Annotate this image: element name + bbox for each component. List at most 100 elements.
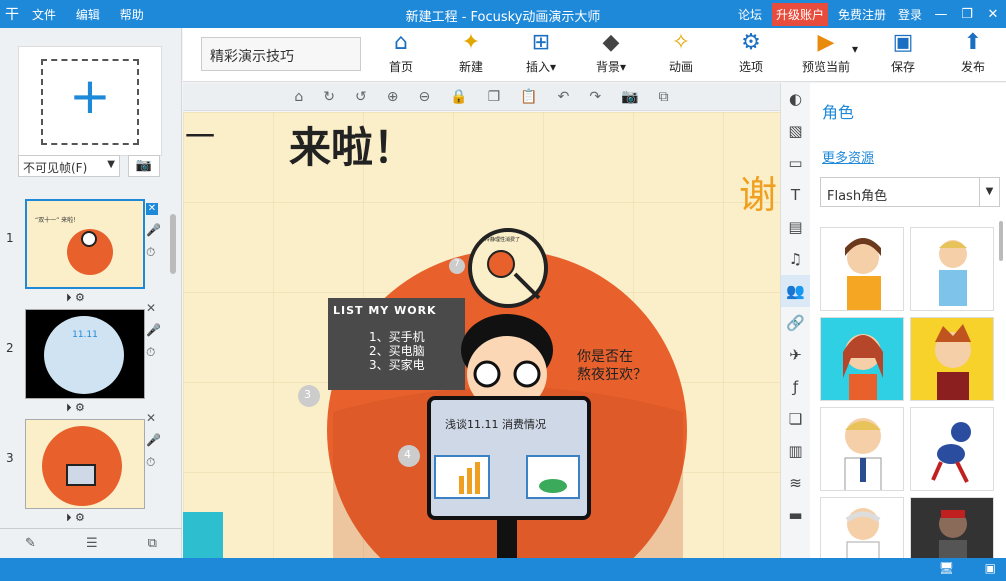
insert-button[interactable]: ⊞ 插入▾ bbox=[513, 30, 569, 75]
plus-icon: + bbox=[69, 67, 111, 125]
dropdown-arrow-icon[interactable]: ▼ bbox=[980, 177, 1000, 207]
slide-heading[interactable]: 来啦！ bbox=[289, 114, 415, 175]
monitor-title[interactable]: 浅谈11.11 消费情况 bbox=[445, 416, 546, 432]
delete-slide-icon[interactable]: ✕ bbox=[146, 203, 158, 215]
edit-icon[interactable]: ✎ bbox=[25, 536, 36, 551]
slide-list-scrollbar[interactable] bbox=[170, 214, 176, 274]
side-text[interactable]: 谢 bbox=[739, 164, 777, 219]
preview-dropdown-icon[interactable]: ▾ bbox=[849, 42, 861, 56]
add-frame-button[interactable]: + bbox=[18, 46, 162, 156]
slide-canvas[interactable]: 一 来啦！ 谢 LIST MY WORK 1、买手机 2、买电脑 3、买家电 你… bbox=[183, 112, 780, 558]
stack-icon[interactable]: ≋ bbox=[781, 467, 810, 499]
publish-button[interactable]: ⬆ 发布 bbox=[945, 30, 1001, 75]
new-button[interactable]: ✦ 新建 bbox=[443, 30, 499, 75]
path-badge-3[interactable]: 3 bbox=[304, 388, 311, 401]
menu-file[interactable]: 文件 bbox=[32, 8, 56, 22]
slide-thumbnail[interactable]: “双十一” 来啦！ bbox=[25, 199, 145, 289]
zoom-in-icon[interactable]: ⊕ bbox=[387, 89, 399, 105]
music-icon[interactable]: ♫ bbox=[781, 243, 810, 275]
background-button[interactable]: ◆ 背景▾ bbox=[583, 30, 639, 75]
character-man-tie[interactable] bbox=[820, 407, 904, 491]
register-link[interactable]: 免费注册 bbox=[838, 6, 886, 23]
slide-thumbnail[interactable] bbox=[25, 419, 145, 509]
save-button[interactable]: ▣ 保存 bbox=[875, 30, 931, 75]
timer-icon[interactable]: ⏱ bbox=[146, 345, 155, 360]
character-boy-yellow[interactable] bbox=[910, 317, 994, 401]
mic-icon[interactable]: 🎤 bbox=[146, 433, 161, 447]
layout-icon[interactable]: ▥ bbox=[781, 435, 810, 467]
book-icon[interactable]: ▬ bbox=[781, 499, 810, 531]
maximize-button[interactable]: ❐ bbox=[954, 7, 980, 22]
resource-scrollbar[interactable] bbox=[999, 221, 1003, 261]
insert-label: 插入 bbox=[525, 60, 550, 74]
undo-icon[interactable]: ↶ bbox=[558, 89, 570, 105]
frame-icon[interactable]: ▭ bbox=[781, 147, 810, 179]
menu-bar: 文件 编辑 帮助 bbox=[24, 6, 152, 23]
image-icon[interactable]: ▧ bbox=[781, 115, 810, 147]
upgrade-account-button[interactable]: 升级账户 bbox=[771, 2, 828, 26]
slide-thumbnail[interactable]: 11.11 bbox=[25, 309, 145, 399]
copy-icon[interactable]: ❐ bbox=[488, 89, 501, 105]
animation-button[interactable]: ✧ 动画 bbox=[653, 30, 709, 75]
list-title[interactable]: LIST MY WORK bbox=[333, 304, 437, 317]
home-view-icon[interactable]: ⌂ bbox=[294, 89, 303, 105]
presentation-icon[interactable]: 🖥 bbox=[939, 561, 954, 575]
role-icon[interactable]: 👥 bbox=[781, 275, 810, 307]
role-type-select[interactable]: Flash角色 bbox=[820, 177, 980, 207]
home-icon: ⌂ bbox=[394, 30, 408, 55]
flash-icon[interactable]: ƒ bbox=[781, 371, 810, 403]
zoom-out-icon[interactable]: ⊖ bbox=[419, 89, 431, 105]
rotate-left-icon[interactable]: ↺ bbox=[355, 89, 367, 105]
shape-icon[interactable]: ◐ bbox=[781, 83, 810, 115]
camera-button[interactable]: 📷 bbox=[128, 155, 160, 177]
screenshot-icon[interactable]: 📷 bbox=[621, 89, 638, 105]
project-name-field[interactable]: 精彩演示技巧 bbox=[201, 37, 361, 71]
slide-item[interactable]: 1 “双十一” 来啦！ ✕ 🎤 ⏱ ⏵ ⚙ bbox=[0, 191, 180, 304]
timer-icon[interactable]: ⏱ bbox=[146, 245, 155, 260]
mic-icon[interactable]: 🎤 bbox=[146, 323, 161, 337]
link-icon[interactable]: 🔗 bbox=[781, 307, 810, 339]
play-icon[interactable]: ⏵ bbox=[66, 511, 72, 521]
boy-yellow-icon bbox=[935, 324, 971, 400]
lock-icon[interactable]: 🔒 bbox=[450, 89, 467, 105]
frame-panel: + 不可见帧(F) ▼ 📷 1 “双十一” 来啦！ ✕ 🎤 ⏱ ⏵ ⚙ 2 11… bbox=[0, 28, 182, 558]
notes-icon[interactable]: ☰ bbox=[86, 536, 98, 551]
export-icon[interactable]: ⧉ bbox=[148, 536, 157, 551]
layers-icon[interactable]: ⧉ bbox=[659, 89, 669, 105]
settings-status-icon[interactable]: ▣ bbox=[985, 561, 996, 575]
more-resources-link[interactable]: 更多资源 bbox=[822, 147, 874, 166]
character-girl-cyan[interactable] bbox=[820, 317, 904, 401]
character-man-presenting[interactable] bbox=[910, 227, 994, 311]
work-list[interactable]: 1、买手机 2、买电脑 3、买家电 bbox=[369, 330, 425, 372]
paste-icon[interactable]: 📋 bbox=[520, 89, 537, 105]
mic-icon[interactable]: 🎤 bbox=[146, 223, 161, 237]
text-icon[interactable]: T bbox=[781, 179, 810, 211]
video-icon[interactable]: ▤ bbox=[781, 211, 810, 243]
character-woman-headset[interactable] bbox=[820, 227, 904, 311]
character-ant-runner[interactable] bbox=[910, 407, 994, 491]
path-badge-7[interactable]: 7 bbox=[454, 259, 460, 269]
question-text[interactable]: 你是否在 熬夜狂欢？ bbox=[577, 348, 647, 384]
timer-icon[interactable]: ⏱ bbox=[146, 455, 155, 470]
minimize-button[interactable]: — bbox=[928, 7, 954, 22]
menu-help[interactable]: 帮助 bbox=[120, 8, 144, 22]
gear-icon[interactable]: ⚙ bbox=[75, 511, 85, 521]
plane-icon[interactable]: ✈ bbox=[781, 339, 810, 371]
slide-item[interactable]: 3 ✕ 🎤 ⏱ ⏵ ⚙ bbox=[0, 411, 180, 521]
path-badge-4[interactable]: 4 bbox=[404, 448, 411, 461]
slide-item[interactable]: 2 11.11 ✕ 🎤 ⏱ ⏵ ⚙ bbox=[0, 301, 180, 414]
close-button[interactable]: ✕ bbox=[980, 7, 1006, 22]
rotate-right-icon[interactable]: ↻ bbox=[323, 89, 335, 105]
layer-icon[interactable]: ❏ bbox=[781, 403, 810, 435]
delete-slide-icon[interactable]: ✕ bbox=[146, 411, 156, 425]
dropdown-arrow-icon: ▾ bbox=[549, 60, 557, 74]
redo-icon[interactable]: ↷ bbox=[589, 89, 601, 105]
options-button[interactable]: ⚙ 选项 bbox=[723, 30, 779, 75]
login-link[interactable]: 登录 bbox=[898, 6, 922, 23]
girl-cyan-icon bbox=[843, 334, 883, 400]
frame-type-select[interactable]: 不可见帧(F) ▼ bbox=[18, 155, 120, 177]
delete-slide-icon[interactable]: ✕ bbox=[146, 301, 156, 315]
forum-link[interactable]: 论坛 bbox=[738, 6, 762, 23]
menu-edit[interactable]: 编辑 bbox=[76, 8, 100, 22]
home-button[interactable]: ⌂ 首页 bbox=[373, 30, 429, 75]
